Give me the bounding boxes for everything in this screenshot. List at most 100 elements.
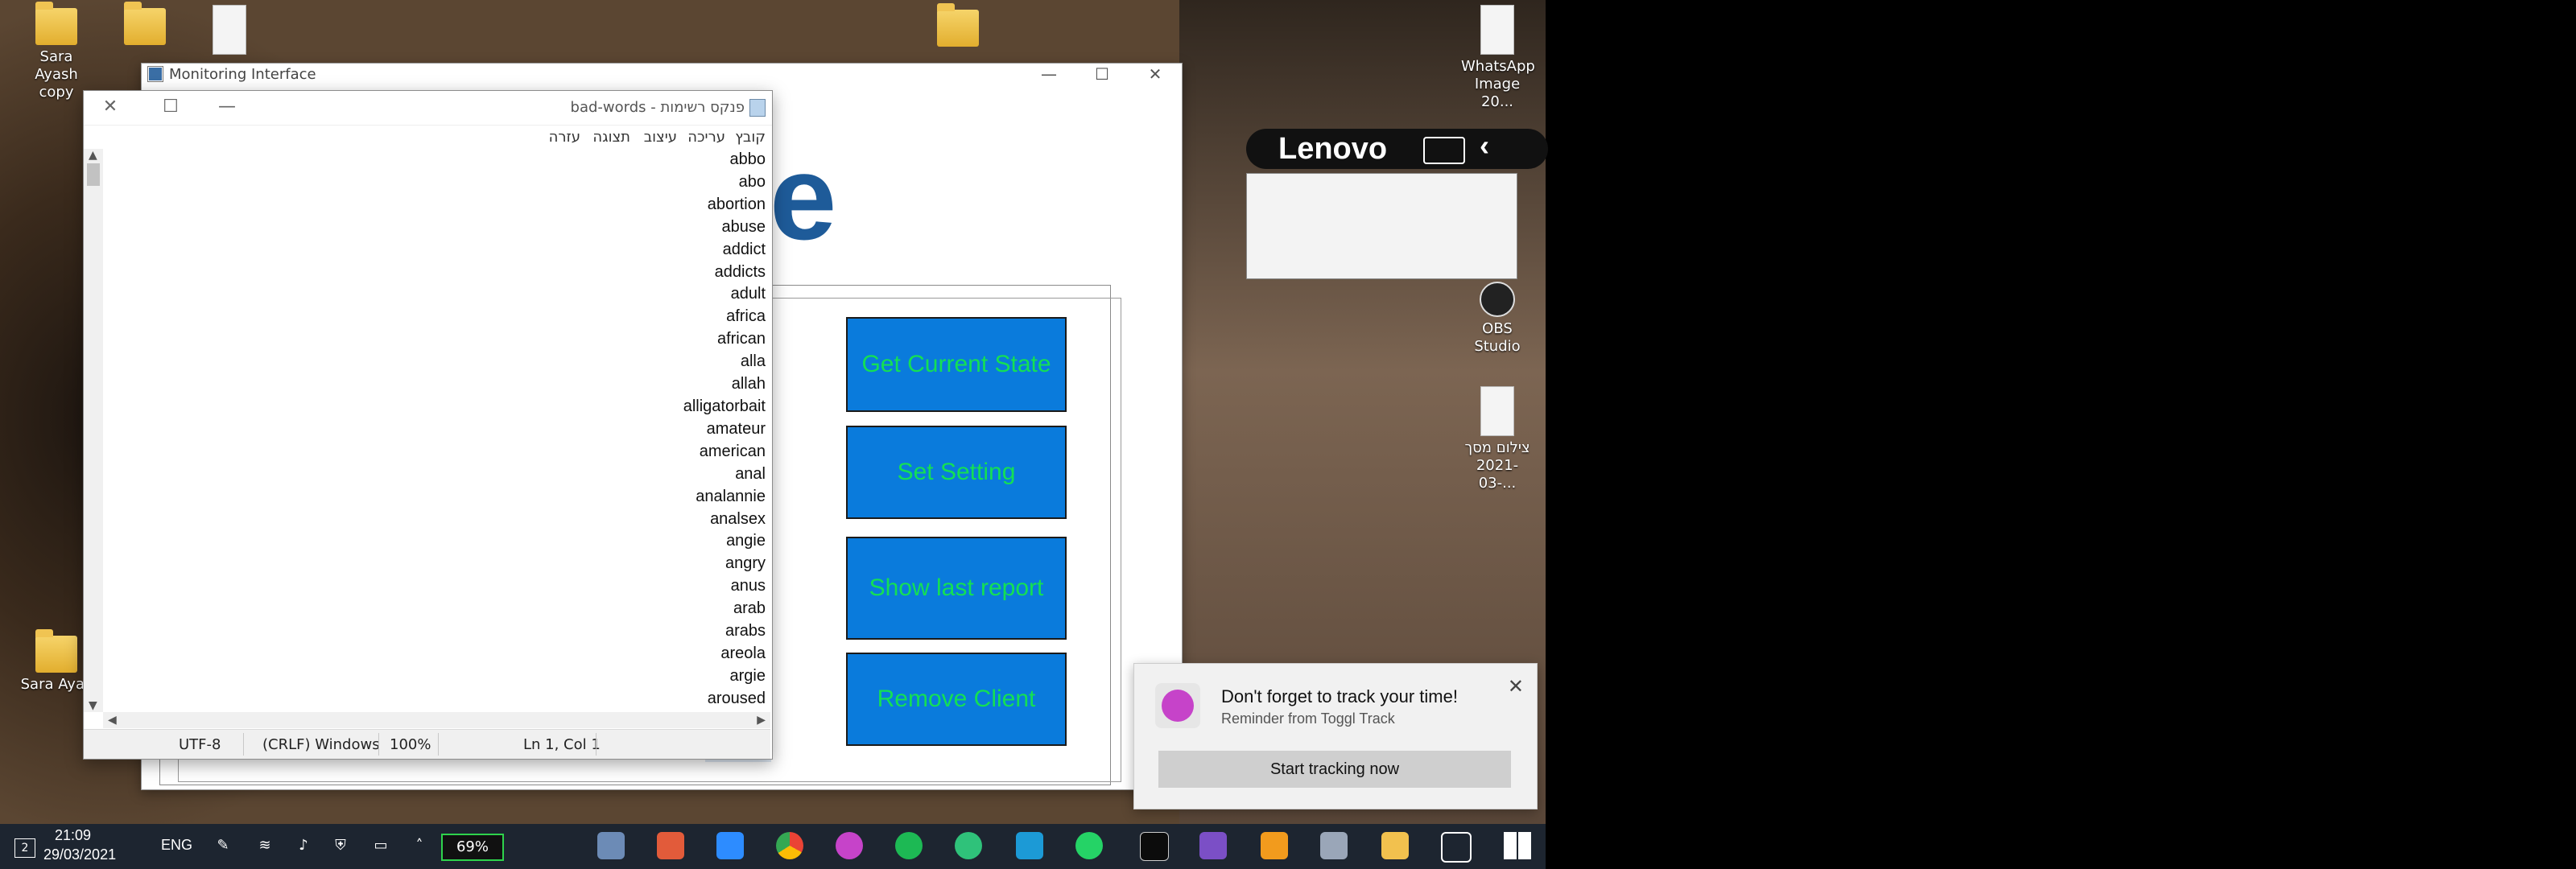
window-icon[interactable] <box>1423 137 1465 164</box>
toggl-toast-notification[interactable]: Don't forget to track your time! Reminde… <box>1133 663 1538 809</box>
desktop-icon-screenshot[interactable]: צילום מסך 2021-03-... <box>1461 386 1534 492</box>
battery-icon[interactable]: ▭ <box>372 837 390 855</box>
pen-icon[interactable]: ✎ <box>214 837 232 855</box>
desktop-icon-selected-file[interactable] <box>193 5 266 58</box>
toggl-taskbar-icon[interactable] <box>836 832 863 859</box>
word-line: analannie <box>696 487 766 505</box>
whatsapp-taskbar-icon[interactable] <box>1075 832 1103 859</box>
zoom-taskbar-icon[interactable] <box>716 832 744 859</box>
status-encoding: UTF-8 <box>179 736 221 753</box>
spotify-taskbar-icon[interactable] <box>895 832 923 859</box>
word-line: anal <box>735 464 766 483</box>
desktop-icon-sara-copy[interactable]: Sara Ayash copy <box>20 2 93 101</box>
obs-icon <box>1480 282 1515 317</box>
scrollbar-thumb[interactable] <box>87 163 100 186</box>
status-divider <box>243 733 244 756</box>
desktop-icon-label: Sara Ayas <box>20 676 93 693</box>
status-divider <box>438 733 439 756</box>
secondary-display-black <box>1546 0 2576 869</box>
desktop-icon-file[interactable] <box>109 2 181 48</box>
folder-icon <box>35 629 77 673</box>
desktop-icon-obs[interactable]: OBS Studio <box>1461 282 1534 356</box>
terminal-taskbar-icon[interactable] <box>1140 832 1169 861</box>
word-line: addict <box>722 240 766 258</box>
minimize-button[interactable]: — <box>207 94 247 120</box>
maximize-button[interactable]: ☐ <box>151 94 191 120</box>
window-title: Monitoring Interface <box>169 65 316 83</box>
word-line: alligatorbait <box>683 397 766 415</box>
menu-file[interactable]: קובץ <box>735 129 766 146</box>
notepad-taskbar-icon[interactable] <box>597 832 625 859</box>
scroll-right-icon[interactable]: ▶ <box>757 714 766 727</box>
word-line: argie <box>729 666 766 685</box>
folder-icon <box>35 2 77 45</box>
battery-percentage[interactable]: 69% <box>441 834 504 861</box>
status-divider <box>378 733 379 756</box>
notepad-titlebar[interactable]: ✕ ☐ — bad-words - פנקס רשימות <box>84 91 772 126</box>
code-editor-taskbar-icon[interactable] <box>1261 832 1288 859</box>
security-icon[interactable]: ⛨ <box>332 837 349 855</box>
notification-count: 2 <box>21 842 29 855</box>
paint-taskbar-icon[interactable] <box>1320 832 1348 859</box>
scroll-up-icon[interactable]: ▲ <box>89 149 97 162</box>
app-taskbar-icon[interactable] <box>657 832 684 859</box>
lenovo-screen-preview <box>1246 173 1517 279</box>
desktop-icon-sara[interactable]: Sara Ayas <box>20 629 93 694</box>
clock-time[interactable]: 21:09 <box>55 827 91 844</box>
toggl-power-icon <box>1155 683 1200 728</box>
clock-date[interactable]: 29/03/2021 <box>43 846 116 863</box>
vertical-scrollbar[interactable]: ▲ ▼ <box>84 149 103 712</box>
remove-client-button[interactable]: Remove Client <box>846 653 1067 746</box>
taskbar: 2 21:09 29/03/2021 ENG ✎ ≋ ♪ ⛨ ▭ ˄ 69% <box>0 824 1546 869</box>
menu-format[interactable]: עיצוב <box>644 129 677 146</box>
word-line: alla <box>740 352 766 371</box>
status-position: Ln 1, Col 1 <box>523 736 601 753</box>
menu-view[interactable]: תצוגה <box>592 129 630 146</box>
chrome-taskbar-icon[interactable] <box>776 832 803 859</box>
language-indicator[interactable]: ENG <box>161 837 192 854</box>
desktop-icon-whatsapp-image[interactable]: WhatsApp Image 20... <box>1461 5 1535 111</box>
android-studio-taskbar-icon[interactable] <box>955 832 982 859</box>
word-line: american <box>699 442 766 460</box>
notepad-text-area[interactable]: abbo abo abortion abuse addict addicts adult af… <box>84 149 770 712</box>
word-line: amateur <box>706 419 766 438</box>
menu-help[interactable]: עזרה <box>549 129 580 146</box>
status-divider <box>596 733 597 756</box>
desktop-icon-label: OBS Studio <box>1474 320 1521 355</box>
desktop-icon-folder[interactable] <box>922 3 994 50</box>
chevron-left-icon[interactable]: ‹ <box>1480 129 1489 163</box>
scroll-down-icon[interactable]: ▼ <box>89 699 97 712</box>
wifi-icon[interactable]: ≋ <box>256 837 274 855</box>
notification-center-icon[interactable]: 2 <box>14 838 35 858</box>
close-button[interactable]: ✕ <box>1129 64 1182 84</box>
windows-start-icon[interactable] <box>1504 832 1531 859</box>
task-view-icon[interactable] <box>1441 832 1472 863</box>
word-line: adult <box>730 285 766 303</box>
show-last-report-button[interactable]: Show last report <box>846 537 1067 640</box>
visual-studio-taskbar-icon[interactable] <box>1199 832 1227 859</box>
remote-taskbar-icon[interactable] <box>1016 832 1043 859</box>
word-line: africa <box>726 307 766 326</box>
word-line: abbo <box>729 150 766 168</box>
word-line: arabs <box>724 622 766 640</box>
minimize-button[interactable]: — <box>1022 64 1075 84</box>
chevron-up-icon[interactable]: ˄ <box>411 837 428 855</box>
word-line: abuse <box>721 217 766 236</box>
horizontal-scrollbar[interactable]: ◀ ▶ <box>103 712 770 728</box>
lenovo-vantage-bar[interactable]: Lenovo ‹ <box>1246 129 1548 169</box>
maximize-button[interactable]: ☐ <box>1075 64 1129 84</box>
notepad-title: bad-words - פנקס רשימות <box>570 99 745 116</box>
file-explorer-taskbar-icon[interactable] <box>1381 832 1409 859</box>
scroll-left-icon[interactable]: ◀ <box>108 714 117 727</box>
close-icon[interactable]: ✕ <box>1508 675 1524 698</box>
lenovo-logo: Lenovo <box>1278 131 1388 166</box>
volume-icon[interactable]: ♪ <box>295 837 312 855</box>
word-line: african <box>716 330 766 348</box>
folder-icon <box>937 3 979 47</box>
close-button[interactable]: ✕ <box>90 94 130 120</box>
menu-edit[interactable]: עריכה <box>687 129 725 146</box>
get-current-state-button[interactable]: Get Current State <box>846 317 1067 412</box>
folder-icon <box>124 2 166 45</box>
set-setting-button[interactable]: Set Setting <box>846 426 1067 519</box>
start-tracking-button[interactable]: Start tracking now <box>1158 751 1511 788</box>
